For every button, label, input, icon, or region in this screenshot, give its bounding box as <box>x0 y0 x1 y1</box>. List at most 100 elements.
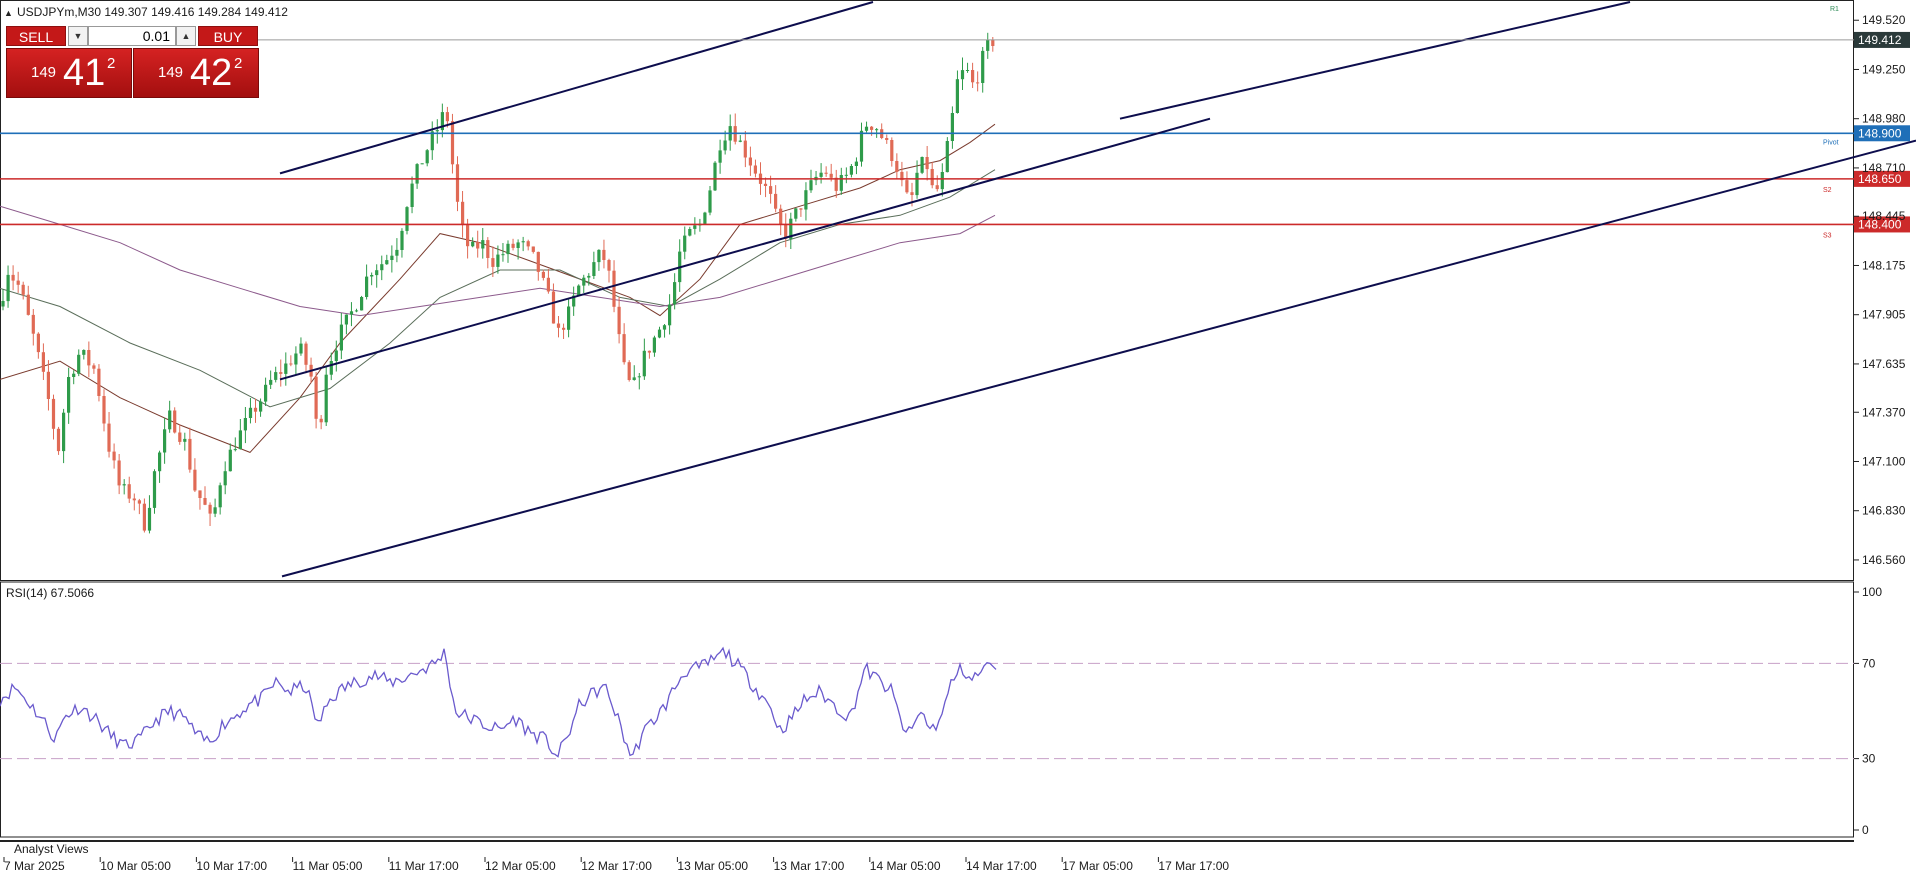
time-tick-label: 11 Mar 17:00 <box>389 859 459 873</box>
rsi-tick-label: 100 <box>1862 585 1882 599</box>
candle-body <box>243 418 247 431</box>
candle-body <box>652 337 656 353</box>
candle-body <box>753 165 757 174</box>
time-tick-label: 12 Mar 05:00 <box>485 859 556 873</box>
candle-body <box>930 169 934 186</box>
candle-body <box>51 398 56 429</box>
candle-body <box>693 225 697 229</box>
price-tick-label: 146.560 <box>1862 553 1906 567</box>
buy-price-box[interactable]: 149 42 2 <box>133 48 259 98</box>
candle-body <box>36 333 40 353</box>
candle-body <box>410 183 414 207</box>
candle-body <box>294 353 298 365</box>
candle-body <box>769 186 773 194</box>
candle-body <box>137 500 141 504</box>
candle-body <box>228 449 232 472</box>
candle-body <box>334 350 338 361</box>
buy-button[interactable]: BUY <box>198 26 258 46</box>
candle-body <box>198 490 202 498</box>
candle-body <box>152 471 157 508</box>
current-price-label: 149.412 <box>1858 33 1902 47</box>
analyst-views-label[interactable]: Analyst Views <box>14 842 88 856</box>
price-tick-label: 149.520 <box>1862 13 1906 27</box>
candle-body <box>834 177 838 191</box>
candle-body <box>703 212 707 224</box>
candle-body <box>375 270 379 276</box>
candle-body <box>582 277 586 286</box>
candle-body <box>516 242 520 248</box>
candle-body <box>365 276 369 297</box>
candle-body <box>461 201 465 226</box>
candle-body <box>763 183 768 186</box>
time-tick-label: 10 Mar 05:00 <box>100 859 171 873</box>
rsi-label: RSI(14) 67.5066 <box>6 586 94 600</box>
candle-body <box>556 323 561 328</box>
price-tick-label: 147.635 <box>1862 357 1906 371</box>
candle-body <box>723 140 727 151</box>
sell-price-box[interactable]: 149 41 2 <box>6 48 132 98</box>
candle-body <box>890 140 894 161</box>
candle-body <box>466 225 470 247</box>
candle-body <box>981 50 985 83</box>
candle-body <box>354 310 359 312</box>
sell-price-main: 149 <box>31 64 57 81</box>
candle-body <box>117 460 121 486</box>
candle-body <box>132 498 136 501</box>
candle-body <box>183 438 187 442</box>
candle-body <box>274 372 278 380</box>
candle-body <box>965 70 970 71</box>
candle-body <box>163 429 167 453</box>
candle-body <box>339 324 343 351</box>
price-tick-label: 146.830 <box>1862 504 1906 518</box>
candle-body <box>87 350 91 366</box>
candle-body <box>506 243 510 255</box>
candle-body <box>592 262 596 276</box>
candle-body <box>738 140 742 142</box>
candle-body <box>960 70 965 80</box>
candle-body <box>511 243 515 248</box>
lot-decrease-button[interactable]: ▼ <box>68 26 88 46</box>
candle-body <box>991 40 995 46</box>
candle-body <box>647 350 651 353</box>
candle-body <box>920 157 924 173</box>
candle-body <box>112 451 116 461</box>
candle-body <box>430 131 434 151</box>
candle-body <box>829 173 833 178</box>
candle-body <box>491 258 495 267</box>
candle-body <box>617 306 621 335</box>
candle-body <box>774 193 778 209</box>
candle-body <box>501 254 505 256</box>
candle-body <box>642 350 646 377</box>
candle-body <box>264 384 268 402</box>
candle-body <box>567 306 571 330</box>
candle-body <box>26 294 30 315</box>
candle-body <box>11 274 15 281</box>
candle-body <box>67 377 71 413</box>
time-tick-label: 7 Mar 2025 <box>4 859 65 873</box>
candle-body <box>531 246 535 252</box>
candle-body <box>455 164 460 202</box>
sell-button[interactable]: SELL <box>6 26 66 46</box>
chevron-down-icon: ▼ <box>73 31 83 41</box>
rsi-plot-frame <box>0 581 1854 838</box>
candle-body <box>173 410 177 433</box>
time-tick-label: 17 Mar 17:00 <box>1158 859 1229 873</box>
candle-body <box>147 507 152 531</box>
price-tick-label: 148.175 <box>1862 258 1906 272</box>
lot-increase-button[interactable]: ▲ <box>176 26 196 46</box>
candle-body <box>223 471 227 486</box>
candle-body <box>668 304 672 326</box>
candle-body <box>360 297 364 311</box>
candle-body <box>92 365 96 369</box>
candle-body <box>445 112 449 122</box>
candle-body <box>541 271 545 278</box>
time-axis: 7 Mar 2025 10 Mar 05:00 10 Mar 17:00 11 Mar… <box>3 857 1229 873</box>
candle-body <box>6 274 10 302</box>
candle-body <box>122 484 126 486</box>
candle-body <box>208 504 212 514</box>
candle-body <box>158 452 162 472</box>
candle-body <box>526 241 530 247</box>
lot-size-input[interactable] <box>88 26 176 46</box>
candle-body <box>178 432 182 442</box>
candle-body <box>976 82 980 84</box>
